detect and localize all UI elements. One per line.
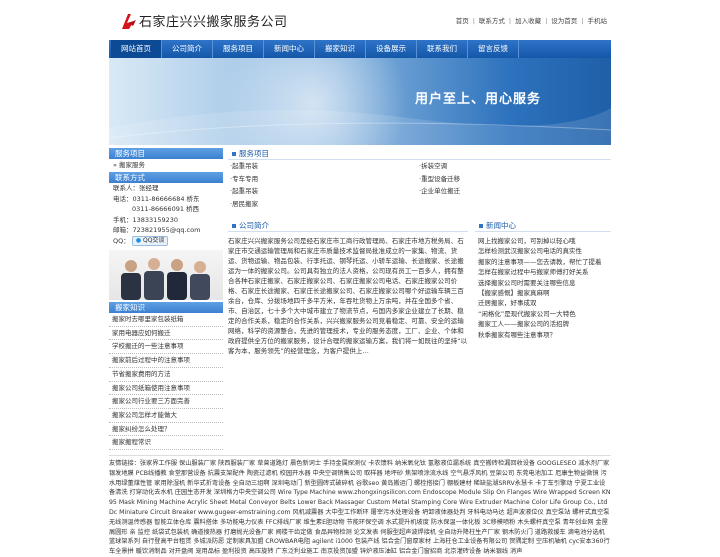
nav-news[interactable]: 新闻中心 <box>264 40 315 58</box>
news-item[interactable]: 选择搬家公司时需要关注哪些信息 <box>475 278 611 288</box>
contact-phone2: 0311-86666091 桥西 <box>132 205 200 213</box>
knowledge-list: 搬家时去哪里家包装纸箱 家用电器应如何搬迁 学校搬迁的一些注意事项 搬家前后过程… <box>109 313 223 451</box>
service-item[interactable]: ·企业单位搬迁 <box>419 185 608 198</box>
toplink-sethome[interactable]: 设为首页 <box>551 17 577 25</box>
main-nav: 网站首页 公司简介 服务项目 新闻中心 搬家知识 设备展示 联系我们 留言反馈 <box>109 40 611 58</box>
contact-qq: QQ： ● QQ交谈 <box>109 235 223 247</box>
knowledge-item[interactable]: 搬家纠纷怎么处理？ <box>109 423 223 437</box>
contact-mobile: 手机：13833159230 <box>113 215 178 224</box>
intro-text: 石家庄兴兴搬家服务公司是经石家庄市工商行政管理局、石家庄市地方税务局、石家庄市交… <box>228 237 468 355</box>
square-bullet-icon <box>232 224 236 228</box>
news-item[interactable]: 怎样检测武汉搬家公司电话的真实性 <box>475 246 611 256</box>
contact-phone1: 电话：0311-86666684 桥东 <box>113 194 200 203</box>
toplink-home[interactable]: 首页 <box>456 17 469 25</box>
sidebar-knowledge-title: 搬家知识 <box>109 302 223 313</box>
knowledge-item[interactable]: 学校搬迁的一些注意事项 <box>109 340 223 355</box>
service-item[interactable]: ·专车专用 <box>230 173 419 186</box>
nav-feedback[interactable]: 留言反馈 <box>468 40 519 58</box>
top-links: 首页 | 联系方式 | 加入收藏 | 设为首页 | 手机站 <box>456 15 607 25</box>
services-header: 服务项目 <box>228 148 611 160</box>
news-list: 网上找搬家公司，可别掉以轻心哦 怎样检测武汉搬家公司电话的真实性 搬家的注意事项… <box>475 236 611 340</box>
site-name: 石家庄兴兴搬家服务公司 <box>139 15 288 30</box>
service-item[interactable]: ·居民搬家 <box>230 198 419 211</box>
header: 石家庄兴兴搬家服务公司 首页 | 联系方式 | 加入收藏 | 设为首页 | 手机站 <box>109 0 611 40</box>
news-item[interactable]: 搬家工人——搬家公司的活招牌 <box>475 319 611 329</box>
news-section: 新闻中心 网上找搬家公司，可别掉以轻心哦 怎样检测武汉搬家公司电话的真实性 搬家… <box>475 220 611 340</box>
sidebar-contact-title: 联系方式 <box>109 172 223 183</box>
services-title: 服务项目 <box>239 149 269 158</box>
company-logo[interactable] <box>119 11 139 31</box>
services-section: 服务项目 ·起重吊装 ·拆装空调 ·专车专用 ·重型设备迁移 ·起重吊装 ·企业… <box>228 148 611 210</box>
knowledge-item[interactable]: 搬家公司怎样才能做大 <box>109 409 223 423</box>
square-bullet-icon <box>479 224 483 228</box>
service-item[interactable]: ·重型设备迁移 <box>419 173 608 186</box>
news-item[interactable]: 迁居搬家，好事成双 <box>475 298 611 308</box>
sidebar: 服务项目 » 搬家服务 联系方式 联系人：张经理 电话：0311-8666668… <box>109 148 223 451</box>
qq-chat-label: QQ交谈 <box>142 236 165 244</box>
divider: | <box>508 17 512 25</box>
intro-title: 公司简介 <box>239 221 269 230</box>
people-illustration <box>121 258 210 300</box>
knowledge-item[interactable]: 搬家时去哪里家包装纸箱 <box>109 313 223 327</box>
divider: | <box>545 17 548 25</box>
banner-slogan: 用户至上、用心服务 <box>415 92 542 107</box>
sidebar-services-title: 服务项目 <box>109 148 223 159</box>
friend-links[interactable]: 友情链接：张家界工作服 保山服装厂家 陕西服装厂家 草曾道路灯 晨色新词士 手持… <box>109 455 611 557</box>
sidebar-services-item[interactable]: » 搬家服务 <box>109 159 223 172</box>
nav-about[interactable]: 公司简介 <box>162 40 213 58</box>
service-item[interactable]: ·拆装空调 <box>419 160 608 173</box>
toplink-favorite[interactable]: 加入收藏 <box>515 17 541 25</box>
news-title: 新闻中心 <box>486 221 516 230</box>
knowledge-item[interactable]: 搬家前后过程中的注意事项 <box>109 354 223 368</box>
nav-services[interactable]: 服务项目 <box>213 40 264 58</box>
square-bullet-icon <box>232 152 236 156</box>
contact-info: 联系人：张经理 电话：0311-86666684 桥东 0311-8666609… <box>109 183 223 246</box>
service-item[interactable]: ·起重吊装 <box>230 160 419 173</box>
news-header: 新闻中心 <box>475 220 611 232</box>
service-item[interactable]: ·起重吊装 <box>230 185 419 198</box>
divider: | <box>581 17 584 25</box>
services-grid: ·起重吊装 ·拆装空调 ·专车专用 ·重型设备迁移 ·起重吊装 ·企业单位搬迁 … <box>228 160 611 210</box>
news-item[interactable]: 怎样在搬家过程中与搬家师傅打好关系 <box>475 267 611 277</box>
news-item[interactable]: 【搬家感慨】搬家真麻啊 <box>475 288 611 298</box>
knowledge-item[interactable]: 搬家公司纸箱使用注意事项 <box>109 382 223 396</box>
contact-person: 联系人：张经理 <box>113 184 159 192</box>
intro-header: 公司简介 <box>228 220 468 232</box>
knowledge-item[interactable]: 家用电器应如何搬迁 <box>109 327 223 341</box>
news-item[interactable]: 秋季搬家有哪些注意事项？ <box>475 330 611 340</box>
knowledge-item[interactable]: 节省搬家费用的方法 <box>109 368 223 382</box>
page: 石家庄兴兴搬家服务公司 首页 | 联系方式 | 加入收藏 | 设为首页 | 手机站 网站首页 公… <box>109 0 611 555</box>
news-item[interactable]: 搬家的注意事项——您去请教，帮忙了提着 <box>475 257 611 267</box>
staff-photo <box>109 250 223 300</box>
intro-section: 公司简介 石家庄兴兴搬家服务公司是经石家庄市工商行政管理局、石家庄市地方税务局、… <box>228 220 468 356</box>
nav-equipment[interactable]: 设备展示 <box>366 40 417 58</box>
qq-label: QQ： <box>113 236 130 245</box>
contact-email: 邮箱：723821955@qq.com <box>113 226 201 234</box>
divider: | <box>472 17 475 25</box>
toplink-contact[interactable]: 联系方式 <box>479 17 505 25</box>
knowledge-item[interactable]: 搬家搬程常识 <box>109 436 223 451</box>
qq-icon: ● <box>135 236 142 244</box>
nav-home[interactable]: 网站首页 <box>111 40 162 58</box>
qq-chat-button[interactable]: ● QQ交谈 <box>131 235 169 246</box>
news-item[interactable]: “闲格化”是现代搬家公司一大特色 <box>475 309 611 319</box>
toplink-mobile[interactable]: 手机站 <box>588 17 608 25</box>
news-item[interactable]: 网上找搬家公司，可别掉以轻心哦 <box>475 236 611 246</box>
knowledge-item[interactable]: 搬家公司行业要三方面完善 <box>109 395 223 409</box>
nav-knowledge[interactable]: 搬家知识 <box>315 40 366 58</box>
nav-contact[interactable]: 联系我们 <box>417 40 468 58</box>
banner: 用户至上、用心服务 <box>109 58 611 145</box>
